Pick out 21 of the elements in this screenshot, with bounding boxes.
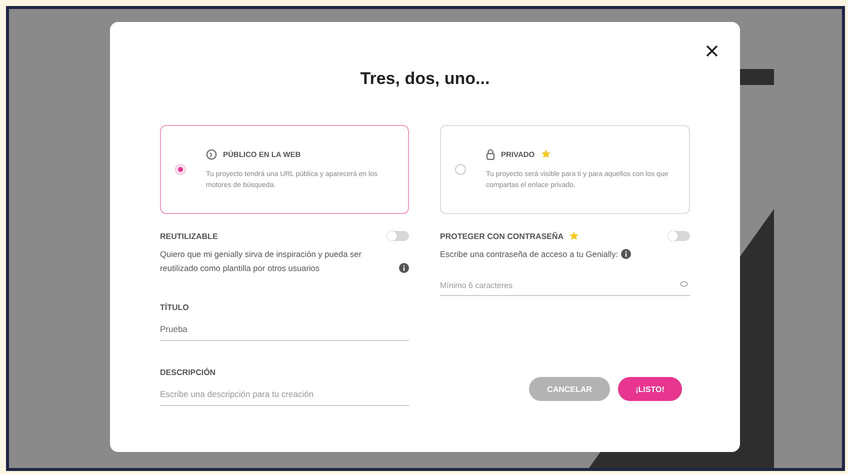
field-label: TÍTULO [160, 303, 190, 312]
close-icon[interactable] [706, 45, 718, 57]
toggle-switch[interactable] [387, 231, 409, 241]
password-field[interactable]: Mínimo 6 caracteres [440, 278, 690, 296]
radio-button[interactable] [455, 164, 466, 175]
globe-icon [206, 148, 217, 160]
radio-button[interactable] [175, 164, 186, 175]
input-field[interactable]: Escribe una descripción para tu creación [160, 386, 409, 406]
option-label: PROTEGER CON CONTRASEÑA [440, 232, 564, 240]
help-text: Escribe una contraseña de acceso a tu Genially: [440, 248, 618, 261]
info-icon[interactable] [399, 263, 409, 273]
lock-icon [486, 148, 495, 160]
help-text: Quiero que mi genially sirva de inspiración y pueda ser reutilizado como plantilla por otros usuarios [160, 248, 363, 275]
option-label: REUTILIZABLE [160, 232, 218, 240]
dialog-title: Tres, dos, uno... [359, 68, 491, 90]
confirm-button[interactable]: ¡LISTO! [618, 377, 682, 401]
field-label: DESCRIPCIÓN [160, 368, 217, 377]
toggle-switch[interactable] [668, 231, 690, 241]
info-icon[interactable] [621, 249, 632, 259]
input-field[interactable]: Prueba [160, 321, 409, 341]
eye-icon[interactable] [680, 281, 688, 287]
